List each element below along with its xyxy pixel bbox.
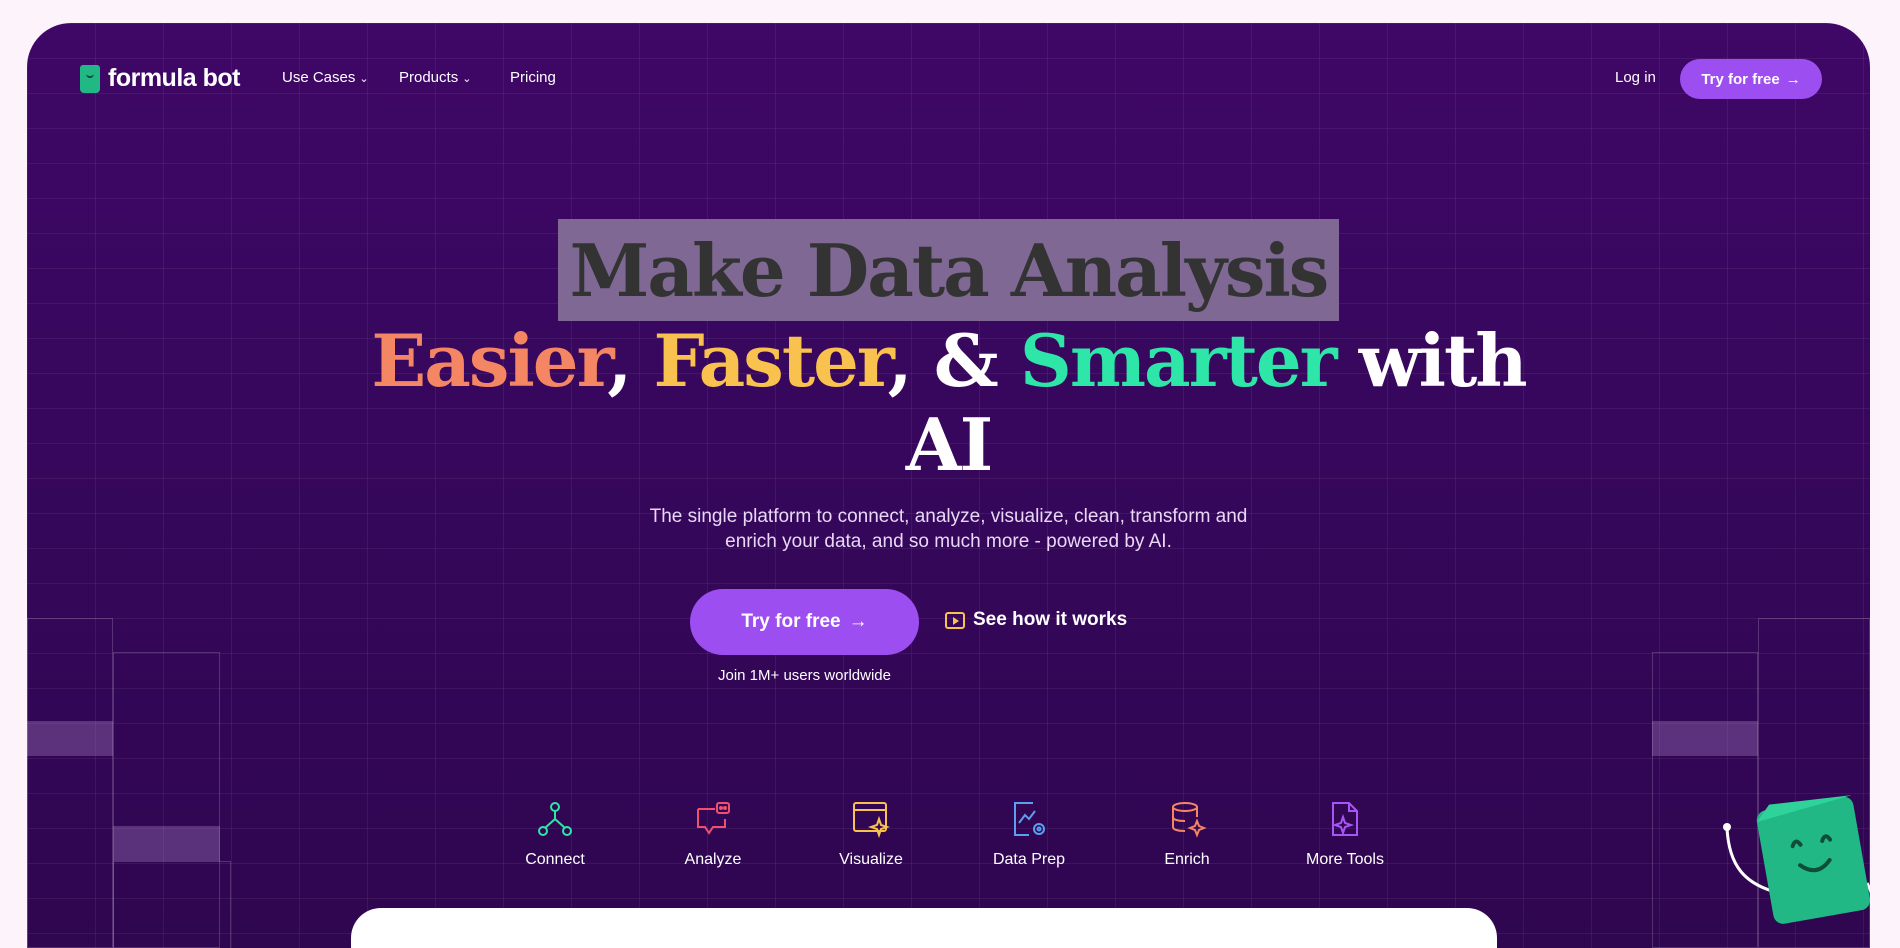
decorative-grid-block [113, 861, 231, 948]
login-link[interactable]: Log in [1615, 69, 1656, 86]
decorative-grid-block [27, 618, 113, 948]
nav-cta-label: Try for free [1701, 70, 1780, 88]
browser-sparkle-icon [853, 802, 891, 839]
ampersand: & [933, 318, 999, 403]
feature-tabs: Connect Analyze Visualize Data Prep Enri… [476, 799, 1422, 921]
nav-try-free-button[interactable]: Try for free → [1680, 59, 1822, 99]
word-with: with [1358, 318, 1528, 403]
chart-gear-icon [1014, 802, 1045, 836]
comma: , [607, 318, 632, 403]
hero-subtitle: The single platform to connect, analyze,… [27, 504, 1870, 554]
comma: , [887, 318, 913, 403]
hero-headline: Make Data Analysis Easier, Faster, & Sma… [27, 219, 1870, 487]
hero-section: formula bot Use Cases ⌄ Products ⌄ Prici… [27, 23, 1870, 948]
decorative-grid-cell [27, 721, 113, 756]
arrow-right-icon: → [1785, 70, 1801, 88]
decorative-grid-cell [1652, 721, 1758, 756]
tab-visualize[interactable]: Visualize [792, 799, 950, 869]
word-easier: Easier [371, 318, 609, 403]
subtitle-line-2: enrich your data, and so much more - pow… [725, 531, 1172, 552]
headline-line-1: Make Data Analysis [557, 219, 1340, 321]
see-how-label: See how it works [973, 609, 1128, 630]
file-sparkle-icon [1331, 802, 1358, 837]
subtitle-line-1: The single platform to connect, analyze,… [649, 506, 1248, 527]
word-faster: Faster [653, 318, 889, 403]
chat-bot-icon [697, 802, 730, 835]
tab-more-tools[interactable]: More Tools [1266, 799, 1424, 869]
tab-data-prep[interactable]: Data Prep [950, 799, 1108, 869]
brand-name: formula bot [108, 64, 241, 92]
arrow-right-icon: → [848, 611, 868, 632]
try-free-button[interactable]: Try for free → [690, 589, 919, 655]
tab-label: Visualize [839, 851, 903, 868]
headline-line-2: Easier, Faster, & Smarter with [27, 319, 1870, 403]
database-sparkle-icon [1172, 802, 1207, 838]
nav-pricing-label: Pricing [510, 69, 556, 86]
logo-icon [80, 64, 100, 93]
tab-label: Analyze [684, 851, 742, 868]
mascot-icon [1723, 795, 1870, 924]
try-free-label: Try for free [741, 611, 841, 632]
tab-label: Connect [525, 851, 585, 868]
brand-logo[interactable]: formula bot [80, 64, 241, 93]
video-play-icon [945, 611, 965, 629]
tab-enrich[interactable]: Enrich [1108, 799, 1266, 869]
connect-icon [538, 802, 572, 836]
word-smarter: Smarter [1019, 318, 1338, 403]
nav-use-cases-label: Use Cases [282, 69, 356, 86]
tab-label: More Tools [1306, 851, 1384, 868]
see-how-it-works-button[interactable]: See how it works [945, 609, 1127, 631]
nav-use-cases[interactable]: Use Cases ⌄ [282, 69, 369, 86]
top-navigation: formula bot Use Cases ⌄ Products ⌄ Prici… [27, 23, 1870, 133]
product-preview-panel [351, 908, 1497, 948]
nav-products-label: Products [399, 69, 459, 86]
join-users-text: Join 1M+ users worldwide [718, 667, 891, 684]
headline-line-3: AI [905, 402, 994, 487]
chevron-down-icon: ⌄ [359, 73, 369, 85]
tab-analyze[interactable]: Analyze [634, 799, 792, 869]
tab-connect[interactable]: Connect [476, 799, 634, 869]
decorative-grid-cell [113, 826, 220, 861]
tab-label: Enrich [1164, 851, 1210, 868]
chevron-down-icon: ⌄ [462, 73, 472, 85]
tab-label: Data Prep [992, 851, 1066, 868]
nav-pricing[interactable]: Pricing [510, 69, 556, 86]
nav-products[interactable]: Products ⌄ [399, 69, 471, 86]
